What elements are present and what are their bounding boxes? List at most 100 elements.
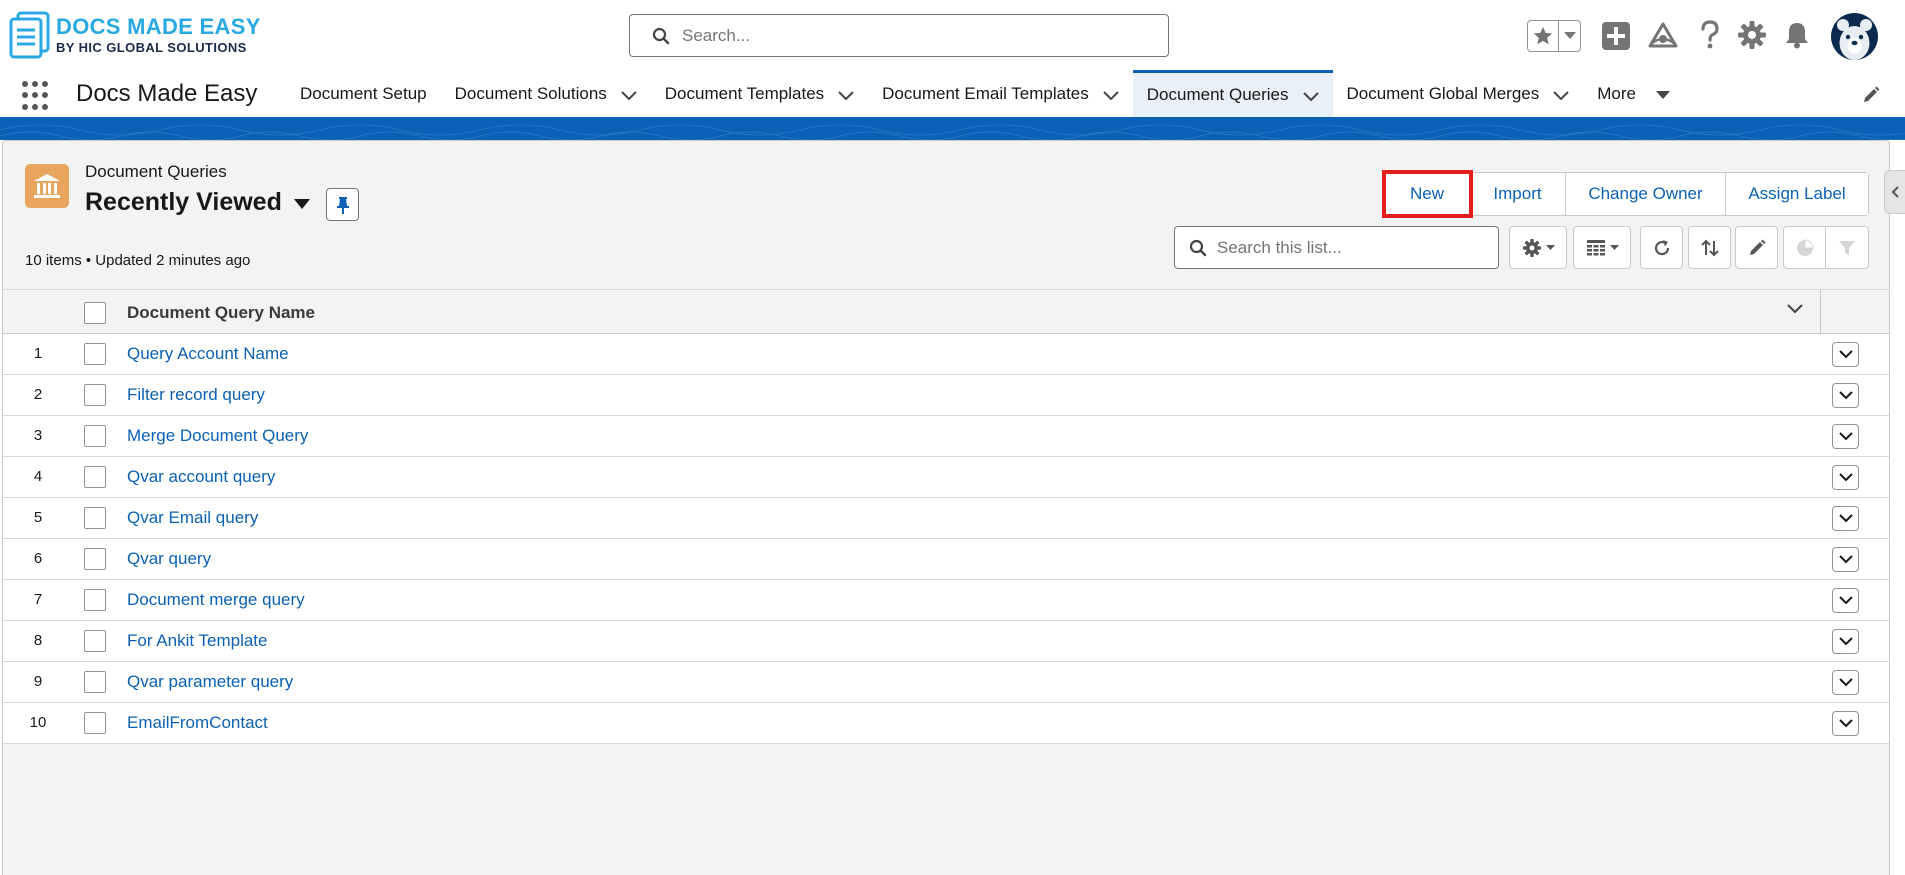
row-checkbox[interactable] xyxy=(84,548,106,570)
record-link[interactable]: Qvar parameter query xyxy=(127,672,293,692)
app-launcher-icon[interactable] xyxy=(22,81,52,111)
nav-tab-more[interactable]: More xyxy=(1583,70,1684,117)
row-actions-button[interactable] xyxy=(1832,465,1859,490)
column-divider xyxy=(1820,290,1821,334)
chevron-down-icon[interactable] xyxy=(1103,90,1119,101)
table-row: 2 Filter record query xyxy=(3,375,1889,416)
row-number: 8 xyxy=(33,632,43,649)
change-owner-button[interactable]: Change Owner xyxy=(1566,173,1726,215)
favorites-button[interactable] xyxy=(1528,21,1560,51)
global-search-input[interactable] xyxy=(682,25,1142,46)
list-view-controls-button[interactable] xyxy=(1509,226,1567,269)
records-table: Document Query Name 1 Query Account Name… xyxy=(3,289,1889,744)
new-button[interactable]: New xyxy=(1382,170,1473,218)
side-panel-toggle[interactable] xyxy=(1884,170,1905,214)
record-link[interactable]: Filter record query xyxy=(127,385,265,405)
row-checkbox[interactable] xyxy=(84,425,106,447)
row-actions-button[interactable] xyxy=(1832,424,1859,449)
record-link[interactable]: Query Account Name xyxy=(127,344,289,364)
pin-list-button[interactable] xyxy=(326,188,359,221)
pencil-icon xyxy=(1749,239,1765,255)
chevron-down-icon xyxy=(1838,596,1853,605)
row-checkbox[interactable] xyxy=(84,671,106,693)
row-checkbox[interactable] xyxy=(84,589,106,611)
select-all-checkbox[interactable] xyxy=(84,302,106,324)
list-meta-info: 10 items • Updated 2 minutes ago xyxy=(25,252,251,269)
bank-icon xyxy=(34,174,60,198)
display-as-button[interactable] xyxy=(1573,226,1631,269)
row-actions-button[interactable] xyxy=(1832,629,1859,654)
notification-bell-icon xyxy=(1786,23,1808,49)
help-button[interactable] xyxy=(1699,20,1721,50)
table-row: 7 Document merge query xyxy=(3,580,1889,621)
row-actions-button[interactable] xyxy=(1832,711,1859,736)
assign-label-button[interactable]: Assign Label xyxy=(1726,173,1868,215)
row-checkbox[interactable] xyxy=(84,384,106,406)
sort-button[interactable] xyxy=(1688,226,1731,269)
global-actions-button[interactable] xyxy=(1602,22,1630,50)
inline-edit-button[interactable] xyxy=(1735,226,1778,269)
row-actions-button[interactable] xyxy=(1832,342,1859,367)
row-actions-button[interactable] xyxy=(1832,383,1859,408)
record-link[interactable]: Qvar account query xyxy=(127,467,275,487)
table-header: Document Query Name xyxy=(3,289,1889,334)
global-search-box[interactable] xyxy=(629,14,1169,57)
nav-tab-document-global-merges[interactable]: Document Global Merges xyxy=(1333,70,1584,117)
list-search-input[interactable] xyxy=(1217,237,1487,258)
nav-tab-document-queries[interactable]: Document Queries xyxy=(1132,70,1333,117)
avatar[interactable] xyxy=(1831,13,1878,60)
edit-nav-button[interactable] xyxy=(1862,86,1880,109)
trailhead-guidance-button[interactable] xyxy=(1648,22,1678,50)
charts-button[interactable] xyxy=(1784,227,1826,268)
refresh-button[interactable] xyxy=(1640,226,1683,269)
chevron-down-icon[interactable] xyxy=(1787,304,1803,314)
gear-icon xyxy=(1522,238,1541,257)
setup-button[interactable] xyxy=(1738,21,1766,49)
list-view-selector[interactable]: Recently Viewed xyxy=(85,188,310,217)
column-header-document-query-name[interactable]: Document Query Name xyxy=(127,303,315,323)
chevron-down-icon[interactable] xyxy=(1302,92,1319,102)
list-search-box[interactable] xyxy=(1174,226,1499,269)
nav-tab-document-setup[interactable]: Document Setup xyxy=(286,70,441,117)
chevron-down-icon xyxy=(1563,32,1576,39)
row-actions-button[interactable] xyxy=(1832,670,1859,695)
setup-gear-icon xyxy=(1738,21,1766,49)
row-checkbox[interactable] xyxy=(84,712,106,734)
chevron-left-icon xyxy=(1891,186,1899,198)
nav-tab-label: Document Queries xyxy=(1146,85,1289,104)
pie-chart-icon xyxy=(1796,238,1814,256)
row-checkbox[interactable] xyxy=(84,343,106,365)
chevron-down-icon[interactable] xyxy=(838,90,854,101)
app-logo[interactable]: DOCS MADE EASY BY HIC GLOBAL SOLUTIONS xyxy=(8,10,261,60)
row-actions-button[interactable] xyxy=(1832,547,1859,572)
row-actions-button[interactable] xyxy=(1832,506,1859,531)
row-checkbox[interactable] xyxy=(84,466,106,488)
row-checkbox[interactable] xyxy=(84,507,106,529)
record-link[interactable]: For Ankit Template xyxy=(127,631,267,651)
table-row: 8 For Ankit Template xyxy=(3,621,1889,662)
import-button[interactable]: Import xyxy=(1470,173,1566,215)
chevron-down-icon[interactable] xyxy=(1553,90,1569,101)
row-number: 2 xyxy=(33,386,43,403)
chevron-down-icon[interactable] xyxy=(621,90,637,101)
nav-tab-document-solutions[interactable]: Document Solutions xyxy=(441,70,651,117)
record-link[interactable]: Merge Document Query xyxy=(127,426,308,446)
row-number: 7 xyxy=(33,591,43,608)
favorites-list-button[interactable] xyxy=(1559,21,1580,51)
chevron-down-icon xyxy=(1838,473,1853,482)
chevron-down-icon xyxy=(1838,391,1853,400)
record-link[interactable]: EmailFromContact xyxy=(127,713,268,733)
nav-tab-document-email-templates[interactable]: Document Email Templates xyxy=(868,70,1133,117)
record-link[interactable]: Qvar query xyxy=(127,549,211,569)
row-checkbox[interactable] xyxy=(84,630,106,652)
record-link[interactable]: Document merge query xyxy=(127,590,305,610)
nav-tab-document-templates[interactable]: Document Templates xyxy=(651,70,868,117)
nav-tab-label: Document Templates xyxy=(664,83,825,103)
filters-button[interactable] xyxy=(1826,227,1868,268)
record-link[interactable]: Qvar Email query xyxy=(127,508,258,528)
notifications-button[interactable] xyxy=(1784,21,1810,49)
row-actions-button[interactable] xyxy=(1832,588,1859,613)
filter-icon xyxy=(1839,240,1855,255)
document-query-object-icon xyxy=(25,164,69,208)
caret-down-icon[interactable] xyxy=(1656,91,1670,100)
